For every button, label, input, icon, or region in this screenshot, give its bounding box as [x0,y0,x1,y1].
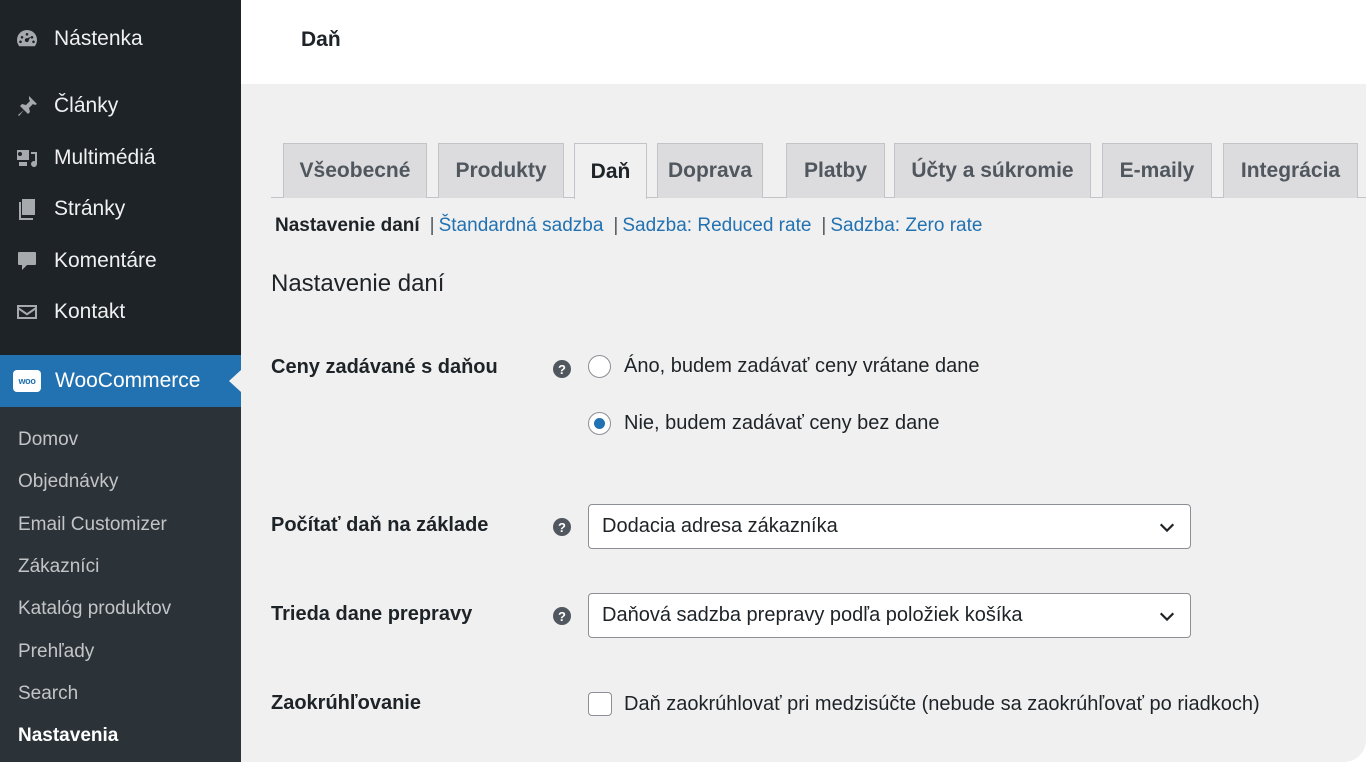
dashboard-icon [14,26,40,52]
woocommerce-submenu: Domov Objednávky Email Customizer Zákazn… [0,407,241,762]
checkbox-label: Daň zaokrúhlovať pri medzisúčte (nebude … [624,692,1260,715]
pages-icon [14,196,40,222]
comments-icon [14,248,40,274]
pin-icon [14,93,40,119]
chevron-down-icon [1159,612,1175,622]
sidebar-item-label: WooCommerce [55,369,201,392]
submenu-item-search[interactable]: Search [18,681,78,707]
submenu-item-settings[interactable]: Nastavenia [18,723,118,749]
sidebar-item-dashboard[interactable]: Nástenka [0,17,241,61]
select-value: Dodacia adresa zákazníka [602,515,838,537]
tab-emails[interactable]: E-maily [1102,143,1212,198]
page-header: Daň [241,0,1366,84]
radio-label: Nie, budem zadávať ceny bez dane [624,412,940,434]
tax-subnav: Nastavenie daní | Štandardná sadzba | Sa… [275,213,982,239]
radio-button-checked[interactable] [588,412,611,435]
calc-based-on-label: Počítať daň na základe [271,514,489,536]
subnav-link-zero-rate[interactable]: Sadzba: Zero rate [830,215,982,237]
shipping-tax-class-select[interactable]: Daňová sadzba prepravy podľa položiek ko… [588,593,1191,638]
select-value: Daňová sadzba prepravy podľa položiek ko… [602,604,1023,626]
chevron-down-icon [1159,523,1175,533]
calc-based-on-select[interactable]: Dodacia adresa zákazníka [588,504,1191,549]
sidebar-item-label: Multimédiá [54,146,156,169]
radio-label: Áno, budem zadávať ceny vrátane dane [624,355,980,377]
app-window: Nástenka Články Multimédiá Stránky Komen… [0,0,1366,762]
sidebar-item-pages[interactable]: Stránky [0,187,241,231]
tab-payments[interactable]: Platby [786,143,885,198]
subnav-separator: | [429,215,435,236]
tab-tax[interactable]: Daň [574,143,647,199]
radio-button[interactable] [588,355,611,378]
rounding-checkbox[interactable] [588,692,612,716]
submenu-item-orders[interactable]: Objednávky [18,469,118,495]
page-title: Daň [301,28,341,51]
admin-sidebar: Nástenka Články Multimédiá Stránky Komen… [0,0,241,762]
subnav-separator: | [613,215,619,236]
submenu-item-email-customizer[interactable]: Email Customizer [18,512,167,538]
subnav-separator: | [821,215,827,236]
submenu-item-home[interactable]: Domov [18,427,78,453]
sidebar-item-label: Nástenka [54,27,143,50]
woocommerce-logo-icon: woo [13,370,41,392]
sidebar-item-label: Stránky [54,197,126,220]
subnav-current: Nastavenie daní [275,215,420,236]
help-icon[interactable]: ? [553,360,571,378]
section-title: Nastavenie daní [271,270,445,297]
radio-prices-include-tax[interactable]: Áno, budem zadávať ceny vrátane dane [588,355,980,378]
subnav-link-standard-rate[interactable]: Štandardná sadzba [439,215,604,237]
prices-entered-label: Ceny zadávané s daňou [271,356,498,378]
radio-prices-exclude-tax[interactable]: Nie, budem zadávať ceny bez dane [588,412,939,435]
help-icon[interactable]: ? [553,518,571,536]
tab-integration[interactable]: Integrácia [1223,143,1358,198]
mail-icon [14,299,40,325]
sidebar-item-contact[interactable]: Kontakt [0,290,241,334]
sidebar-item-label: Články [54,94,119,117]
sidebar-item-comments[interactable]: Komentáre [0,239,241,283]
sidebar-item-label: Kontakt [54,300,126,323]
rounding-checkbox-row[interactable]: Daň zaokrúhlovať pri medzisúčte (nebude … [588,692,1260,716]
submenu-item-customers[interactable]: Zákazníci [18,554,99,580]
tab-shipping[interactable]: Doprava [657,143,763,198]
submenu-item-catalog[interactable]: Katalóg produktov [18,596,171,622]
subnav-link-reduced-rate[interactable]: Sadzba: Reduced rate [622,215,811,237]
sidebar-item-label: Komentáre [54,249,157,272]
sidebar-item-media[interactable]: Multimédiá [0,136,241,180]
submenu-item-reports[interactable]: Prehľady [18,639,94,665]
current-menu-arrow [229,370,241,392]
shipping-tax-class-label: Trieda dane prepravy [271,603,473,625]
sidebar-item-posts[interactable]: Články [0,84,241,128]
tab-products[interactable]: Produkty [438,143,564,198]
help-icon[interactable]: ? [553,607,571,625]
settings-tabs: Všeobecné Produkty Daň Doprava Platby Úč… [271,143,1366,199]
sidebar-item-woocommerce[interactable]: woo WooCommerce [0,355,241,407]
rounding-label: Zaokrúhľovanie [271,692,421,714]
media-icon [14,145,40,171]
tab-accounts-privacy[interactable]: Účty a súkromie [894,143,1091,198]
tab-general[interactable]: Všeobecné [283,143,427,198]
